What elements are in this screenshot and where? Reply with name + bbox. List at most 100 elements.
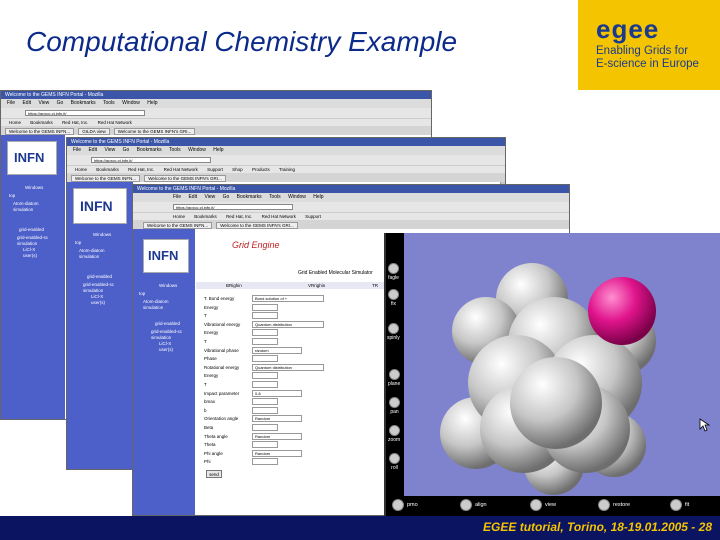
- sidebar-item-sim[interactable]: simulation: [13, 207, 33, 213]
- menu-help[interactable]: Help: [213, 147, 223, 153]
- form-field[interactable]: Quantum distribution: [252, 320, 324, 328]
- form-field[interactable]: Quantum distribution: [252, 363, 324, 371]
- bookmark-redhat[interactable]: Red Hat, Inc.: [62, 120, 88, 125]
- menu-view[interactable]: View: [204, 194, 215, 200]
- form-field[interactable]: Bond solution of +: [252, 295, 324, 302]
- menu-go[interactable]: Go: [57, 100, 64, 106]
- menu-tools[interactable]: Tools: [103, 100, 115, 106]
- bookmark-redhat[interactable]: Red Hat, Inc.: [128, 167, 154, 172]
- viewer-btn-zoom[interactable]: zoom: [388, 425, 400, 443]
- tab-welcome-grid[interactable]: Welcome to the GEMS INFN's GRI...: [216, 222, 298, 229]
- form-field[interactable]: [252, 329, 278, 337]
- sidebar-link-user[interactable]: user(s): [159, 347, 173, 353]
- form-field[interactable]: [252, 338, 278, 345]
- menu-bookmarks[interactable]: Bookmarks: [71, 100, 96, 106]
- menu-tools[interactable]: Tools: [269, 194, 281, 200]
- menu-window[interactable]: Window: [188, 147, 206, 153]
- bookmark-network[interactable]: Red Hat Network: [98, 120, 132, 125]
- url-input[interactable]: https://gpxcc.ct.infn.it/: [173, 204, 293, 210]
- form-field[interactable]: Random: [252, 449, 302, 457]
- form-field[interactable]: [252, 441, 278, 449]
- form-field[interactable]: [252, 303, 278, 311]
- form-field[interactable]: [252, 406, 278, 414]
- viewer-btn-fagle[interactable]: fagle: [388, 263, 399, 281]
- form-field[interactable]: Random: [252, 415, 302, 423]
- menu-view[interactable]: View: [38, 100, 49, 106]
- sidebar-item-sim[interactable]: simulation: [143, 305, 163, 311]
- menu-file[interactable]: File: [7, 100, 15, 106]
- bookmark-bookmarks[interactable]: Bookmarks: [96, 167, 119, 172]
- form-field[interactable]: [252, 458, 278, 466]
- tab-welcome-grid[interactable]: Welcome to the GEMS INFN's GRI...: [144, 175, 226, 182]
- menu-file[interactable]: File: [73, 147, 81, 153]
- send-button[interactable]: send: [206, 470, 222, 478]
- viewer-btn-fix[interactable]: fix: [388, 289, 399, 307]
- form-field[interactable]: [252, 398, 278, 406]
- viewer-btn-fit[interactable]: fit: [670, 499, 689, 511]
- viewer-btn-roll[interactable]: roll: [389, 453, 400, 471]
- bookmark-bookmarks[interactable]: Bookmarks: [194, 214, 217, 219]
- sidebar-item-top[interactable]: top: [139, 291, 145, 297]
- bookmark-support[interactable]: Support: [305, 214, 321, 219]
- form-field[interactable]: [252, 424, 278, 431]
- bookmark-support[interactable]: Support: [207, 167, 223, 172]
- window-titlebar[interactable]: Welcome to the GEMS INFN Portal - Mozill…: [1, 91, 431, 99]
- molecule-viewer[interactable]: fagle fix spinly plane pan zoom roll pmo…: [384, 233, 720, 516]
- bookmark-shop[interactable]: Shop: [232, 167, 243, 172]
- menu-edit[interactable]: Edit: [188, 194, 197, 200]
- menu-go[interactable]: Go: [223, 194, 230, 200]
- form-field[interactable]: [252, 355, 278, 363]
- form-field[interactable]: Random: [252, 432, 302, 440]
- viewer-btn-spinly[interactable]: spinly: [387, 323, 400, 341]
- sidebar-item-sim[interactable]: simulation: [79, 254, 99, 260]
- menu-bookmarks[interactable]: Bookmarks: [237, 194, 262, 200]
- window-titlebar[interactable]: Welcome to the GEMS INFN Portal - Mozill…: [133, 185, 569, 193]
- menu-tools[interactable]: Tools: [169, 147, 181, 153]
- menu-window[interactable]: Window: [122, 100, 140, 106]
- tab-welcome-grid[interactable]: Welcome to the GEMS INFN's GRI...: [113, 128, 196, 135]
- tab-welcome[interactable]: Welcome to the GEMS INFN...: [71, 175, 141, 182]
- sidebar-link-user[interactable]: user(s): [23, 253, 37, 259]
- bookmark-home[interactable]: Home: [75, 167, 87, 172]
- bookmark-redhat[interactable]: Red Hat, Inc.: [226, 214, 252, 219]
- bookmark-bookmarks[interactable]: Bookmarks: [30, 120, 53, 125]
- viewer-btn-align[interactable]: align: [460, 499, 487, 511]
- menu-go[interactable]: Go: [123, 147, 130, 153]
- window-titlebar[interactable]: Welcome to the GEMS INFN Portal - Mozill…: [67, 138, 505, 146]
- menu-bookmarks[interactable]: Bookmarks: [137, 147, 162, 153]
- menu-window[interactable]: Window: [288, 194, 306, 200]
- form-field[interactable]: 0-6: [252, 389, 302, 397]
- sidebar-link-user[interactable]: user(s): [91, 300, 105, 306]
- form-field[interactable]: [252, 381, 278, 388]
- form-field[interactable]: [252, 372, 278, 380]
- tab-welcome[interactable]: Welcome to the GEMS INFN...: [143, 222, 213, 229]
- url-input[interactable]: https://gpxcc.ct.infn.it/: [25, 110, 145, 116]
- menu-edit[interactable]: Edit: [22, 100, 31, 106]
- viewer-btn-view[interactable]: view: [530, 499, 556, 511]
- sidebar-link-grid[interactable]: grid-enabled: [155, 321, 180, 327]
- form-field[interactable]: random: [252, 346, 302, 354]
- viewer-btn-plane[interactable]: plane: [388, 369, 400, 387]
- bookmark-network[interactable]: Red Hat Network: [164, 167, 198, 172]
- viewer-btn-pan[interactable]: pan: [389, 397, 400, 415]
- bookmark-network[interactable]: Red Hat Network: [262, 214, 296, 219]
- tab-gilda[interactable]: GILDA view: [78, 128, 110, 135]
- tab-welcome[interactable]: Welcome to the GEMS INFN...: [5, 128, 75, 135]
- molecule-render[interactable]: [404, 233, 720, 496]
- form-field[interactable]: [252, 312, 278, 320]
- sidebar-link-grid[interactable]: grid-enabled: [19, 227, 44, 233]
- bookmark-products[interactable]: Products: [252, 167, 270, 172]
- bookmark-home[interactable]: Home: [9, 120, 21, 125]
- viewer-btn-pmo[interactable]: pmo: [392, 499, 418, 511]
- sidebar-item-top[interactable]: top: [75, 240, 81, 246]
- sidebar-item-top[interactable]: top: [9, 193, 15, 199]
- menu-help[interactable]: Help: [313, 194, 323, 200]
- menu-help[interactable]: Help: [147, 100, 157, 106]
- menu-view[interactable]: View: [104, 147, 115, 153]
- viewer-btn-restore[interactable]: restore: [598, 499, 630, 511]
- bookmark-home[interactable]: Home: [173, 214, 185, 219]
- menu-file[interactable]: File: [173, 194, 181, 200]
- menu-edit[interactable]: Edit: [88, 147, 97, 153]
- bookmark-training[interactable]: Training: [279, 167, 295, 172]
- url-input[interactable]: https://gpxcc.ct.infn.it/: [91, 157, 211, 163]
